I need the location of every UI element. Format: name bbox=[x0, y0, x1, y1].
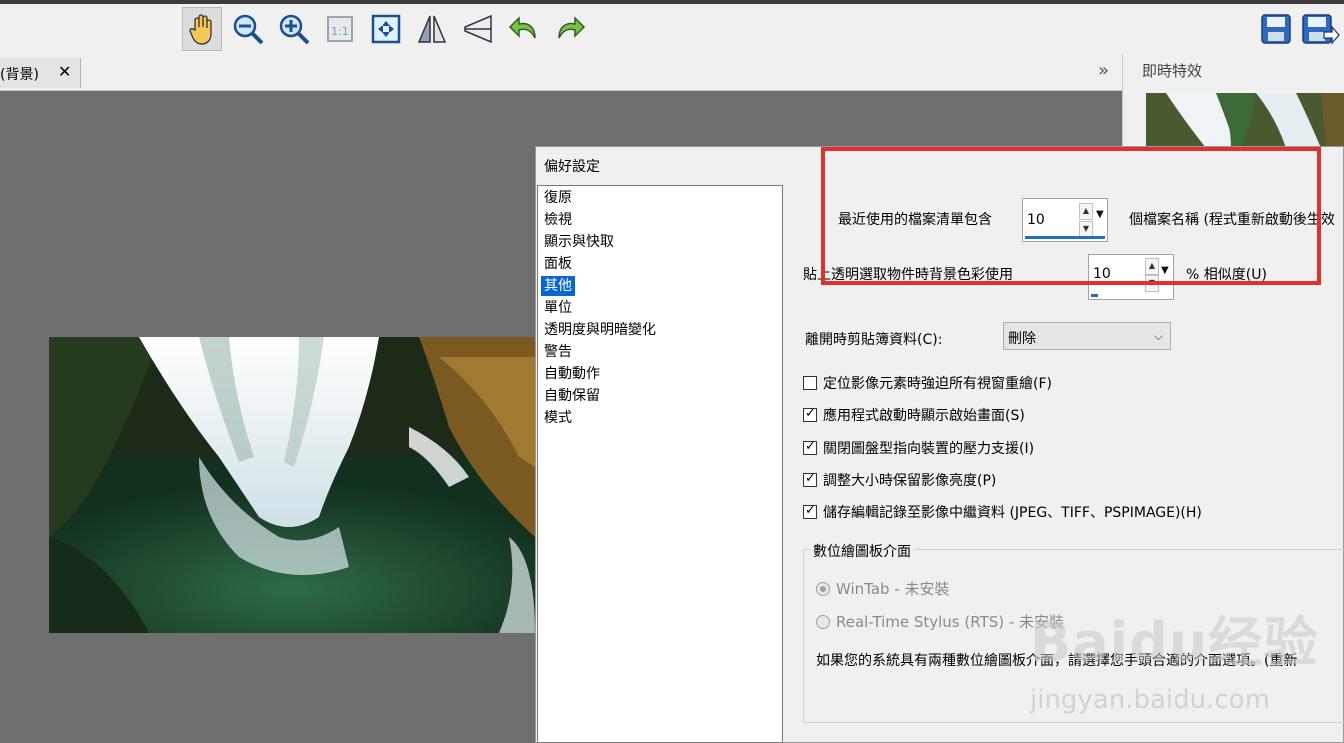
redo-icon[interactable] bbox=[550, 7, 590, 51]
category-item-selected[interactable]: 其他 bbox=[541, 276, 575, 296]
mirror-vertical-icon[interactable] bbox=[458, 7, 498, 51]
clipboard-label: 離開時剪貼簿資料(C): bbox=[805, 332, 943, 348]
close-icon[interactable]: ✕ bbox=[58, 62, 71, 82]
watermark-url: jingyan.baidu.com bbox=[1030, 685, 1270, 715]
checkbox-label: 應用程式啟動時顯示啟始畫面(S) bbox=[823, 408, 1025, 424]
checkmark-icon: ✓ bbox=[805, 503, 816, 518]
checkbox-force-redraw[interactable]: 定位影像元素時強迫所有視窗重繪(F) bbox=[803, 373, 1052, 393]
checkmark-icon: ✓ bbox=[805, 406, 816, 421]
radio-rts[interactable]: Real-Time Stylus (RTS) - 未安裝 bbox=[816, 611, 1064, 632]
flip-horizontal-icon[interactable] bbox=[412, 7, 452, 51]
document-tab-strip bbox=[0, 54, 1122, 91]
checkbox-pressure-support[interactable]: ✓ 關閉圖盤型指向裝置的壓力支援(I) bbox=[803, 438, 1034, 458]
group-title: 數位繪圖板介面 bbox=[810, 541, 914, 561]
checkbox-box[interactable]: ✓ bbox=[803, 471, 817, 487]
save-icon[interactable] bbox=[1256, 7, 1296, 51]
document-tab-label: (背景) bbox=[0, 67, 39, 83]
checkbox-label: 調整大小時保留影像亮度(P) bbox=[823, 473, 997, 489]
checkbox-splash-screen[interactable]: ✓ 應用程式啟動時顯示啟始畫面(S) bbox=[803, 405, 1025, 425]
category-item[interactable]: 檢視 bbox=[543, 210, 573, 230]
checkbox-box[interactable]: ✓ bbox=[803, 439, 817, 455]
zoom-out-icon[interactable] bbox=[228, 7, 268, 51]
checkbox-label: 關閉圖盤型指向裝置的壓力支援(I) bbox=[823, 441, 1035, 457]
clipboard-select-value[interactable]: 刪除 bbox=[1008, 328, 1036, 348]
radio-wintab[interactable]: WinTab - 未安裝 bbox=[816, 578, 950, 599]
checkbox-box[interactable]: ✓ bbox=[803, 503, 817, 519]
zoom-in-icon[interactable] bbox=[274, 7, 314, 51]
category-item[interactable]: 顯示與快取 bbox=[543, 232, 615, 252]
category-item[interactable]: 自動保留 bbox=[543, 386, 601, 406]
category-list bbox=[537, 185, 783, 743]
checkbox-save-history[interactable]: ✓ 儲存編輯記錄至影像中繼資料 (JPEG、TIFF、PSPIMAGE)(H) bbox=[803, 502, 1202, 522]
panel-title: 即時特效 bbox=[1142, 62, 1203, 80]
category-item[interactable]: 復原 bbox=[543, 188, 573, 208]
highlight-box bbox=[821, 147, 1321, 285]
radio-label: WinTab - 未安裝 bbox=[836, 580, 950, 598]
category-item[interactable]: 警告 bbox=[543, 342, 573, 362]
checkbox-label: 儲存編輯記錄至影像中繼資料 (JPEG、TIFF、PSPIMAGE)(H) bbox=[823, 505, 1202, 521]
fit-window-icon[interactable] bbox=[366, 7, 406, 51]
chevron-right-icon[interactable]: » bbox=[1098, 60, 1109, 81]
dialog-title: 偏好設定 bbox=[544, 159, 600, 175]
category-item[interactable]: 面板 bbox=[543, 254, 573, 274]
actual-size-icon[interactable]: 1:1 bbox=[320, 7, 360, 51]
undo-icon[interactable] bbox=[504, 7, 544, 51]
checkbox-box[interactable] bbox=[803, 376, 817, 390]
radio-button[interactable] bbox=[816, 614, 830, 629]
svg-text:1:1: 1:1 bbox=[331, 25, 349, 38]
watermark-logo: Baidu经验 bbox=[1030, 611, 1319, 674]
canvas-image[interactable] bbox=[49, 337, 535, 633]
checkbox-preserve-brightness[interactable]: ✓ 調整大小時保留影像亮度(P) bbox=[803, 470, 996, 490]
save-as-icon[interactable] bbox=[1300, 7, 1340, 51]
category-item[interactable]: 透明度與明暗變化 bbox=[543, 320, 657, 340]
category-item[interactable]: 模式 bbox=[543, 408, 573, 428]
category-item[interactable]: 自動動作 bbox=[543, 364, 601, 384]
checkbox-box[interactable]: ✓ bbox=[803, 406, 817, 422]
checkmark-icon: ✓ bbox=[805, 471, 816, 486]
checkmark-icon: ✓ bbox=[805, 439, 816, 454]
checkbox-label: 定位影像元素時強迫所有視窗重繪(F) bbox=[823, 376, 1052, 392]
effect-thumbnail[interactable] bbox=[1146, 93, 1344, 148]
pan-hand-icon[interactable] bbox=[182, 7, 222, 51]
radio-button[interactable] bbox=[816, 581, 830, 596]
value-bar bbox=[1091, 294, 1098, 297]
chevron-down-icon[interactable]: ⌵ bbox=[1154, 329, 1163, 344]
category-item[interactable]: 單位 bbox=[543, 298, 573, 318]
